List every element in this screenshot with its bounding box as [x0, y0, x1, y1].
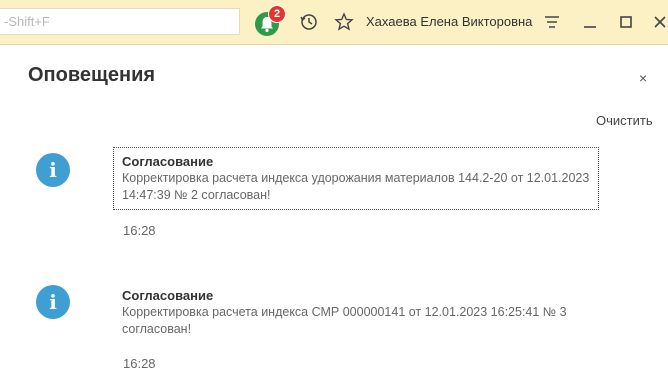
info-icon: i — [36, 153, 70, 187]
notification-text: Корректировка расчета индекса СМР 000000… — [122, 305, 567, 336]
panel-title: Оповещения — [28, 64, 156, 86]
maximize-icon[interactable] — [616, 12, 636, 32]
notification-item[interactable]: Согласование Корректировка расчета индек… — [113, 147, 599, 210]
search-field[interactable]: -Shift+F — [0, 8, 240, 35]
top-toolbar: -Shift+F 2 Хахаева Елена Викторовна — [0, 0, 668, 45]
notification-title: Согласование — [122, 154, 214, 169]
notification-title: Согласование — [122, 288, 214, 303]
close-panel-button[interactable]: × — [639, 70, 647, 86]
notification-time: 16:28 — [123, 356, 156, 371]
notification-text: Корректировка расчета индекса удорожания… — [122, 171, 590, 202]
menu-icon[interactable] — [542, 12, 562, 32]
close-window-icon[interactable] — [650, 12, 668, 32]
star-icon[interactable] — [334, 12, 354, 32]
info-icon: i — [36, 285, 70, 319]
notification-count-badge: 2 — [268, 5, 286, 23]
notification-item[interactable]: Согласование Корректировка расчета индек… — [113, 281, 599, 344]
clear-button[interactable]: Очистить — [596, 113, 653, 128]
notification-time: 16:28 — [123, 223, 156, 238]
history-icon[interactable] — [299, 12, 319, 32]
user-name[interactable]: Хахаева Елена Викторовна — [366, 14, 532, 29]
minimize-icon[interactable] — [580, 12, 600, 32]
